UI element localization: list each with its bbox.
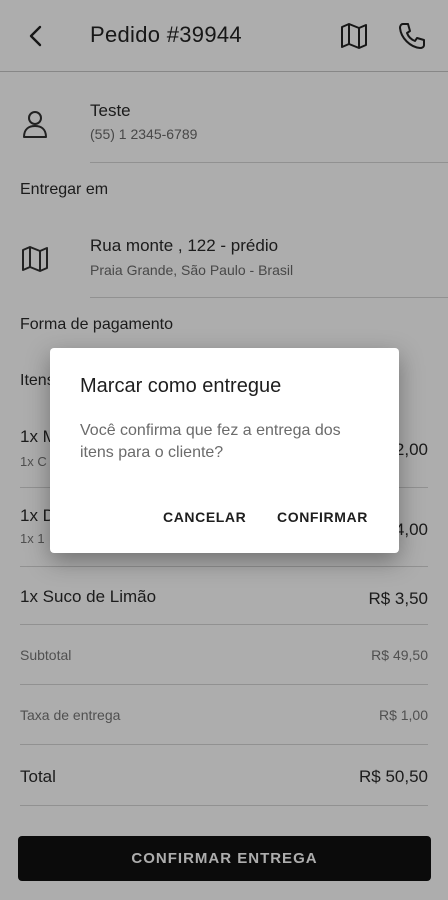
dialog-title: Marcar como entregue: [80, 375, 282, 397]
dialog-message: Você confirma que fez a entrega dos iten…: [80, 422, 341, 461]
confirm-button[interactable]: CONFIRMAR: [277, 509, 368, 525]
cancel-button[interactable]: CANCELAR: [163, 509, 246, 525]
confirm-delivered-dialog: Marcar como entregue Você confirma que f…: [50, 348, 399, 553]
